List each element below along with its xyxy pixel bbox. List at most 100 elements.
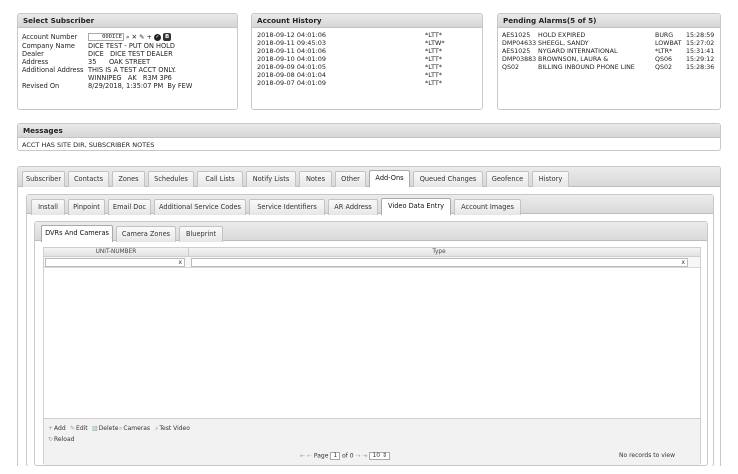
pending-alarms-title: Pending Alarms(5 of 5) — [498, 14, 720, 28]
page-of-label: of 0 — [342, 452, 354, 460]
test-video-button[interactable]: ⌕Test Video — [155, 425, 190, 433]
tab-geofence[interactable]: Geofence — [486, 171, 529, 187]
alarm-code: BURG — [655, 32, 674, 39]
pending-alarms-panel: Pending Alarms(5 of 5) AES1025 HOLD EXPIR… — [497, 13, 721, 110]
account-number-row: Account Number 00DICE ⌕ ✕ ✎ + ✓ B — [22, 33, 172, 41]
type-filter-input[interactable]: x — [191, 258, 688, 267]
alarm-account: AES1025 — [502, 48, 531, 55]
history-timestamp: 2018-09-07 04:01:09 — [257, 79, 327, 87]
main-tab-bar: Subscriber Contacts Zones Schedules Call… — [18, 167, 720, 187]
alarm-code: QS06 — [655, 56, 672, 63]
address-label: Address — [22, 58, 49, 66]
tab-queued-changes[interactable]: Queued Changes — [413, 171, 483, 187]
search-icon[interactable]: ⌕ — [126, 33, 130, 41]
history-timestamp: 2018-09-08 04:01:04 — [257, 71, 327, 79]
tab-notes[interactable]: Notes — [299, 171, 332, 187]
tab-service-identifiers[interactable]: Service Identifiers — [249, 199, 325, 215]
tab-ar-address[interactable]: AR Address — [328, 199, 378, 215]
dvr-grid: UNIT-NUMBER Type x x +Add ✎Edit ▥Delete … — [43, 247, 701, 465]
tab-pinpoint[interactable]: Pinpoint — [68, 199, 105, 215]
close-icon[interactable]: ✕ — [132, 33, 137, 41]
tab-camera-zones[interactable]: Camera Zones — [116, 226, 176, 242]
reload-icon: ↻ — [48, 436, 54, 443]
alarm-name: NYGARD INTERNATIONAL — [538, 48, 618, 55]
history-timestamp: 2018-09-12 04:01:06 — [257, 31, 327, 39]
last-page-icon[interactable]: ⇥ — [363, 453, 368, 460]
first-page-icon[interactable]: ⇤ — [300, 453, 305, 460]
video-tab-bar: DVRs And Cameras Camera Zones Blueprint — [35, 222, 707, 242]
tab-notify-lists[interactable]: Notify Lists — [246, 171, 296, 187]
tab-install[interactable]: Install — [31, 199, 65, 215]
additional-address-value: THIS IS A TEST ACCT ONLY. — [88, 66, 176, 74]
cameras-button[interactable]: ⌕Cameras — [119, 425, 150, 433]
tab-call-lists[interactable]: Call Lists — [197, 171, 243, 187]
prev-page-icon[interactable]: ⇠ — [307, 453, 312, 460]
grid-filter-row: x x — [44, 257, 700, 268]
tab-history[interactable]: History — [532, 171, 569, 187]
alarm-account: QS02 — [502, 64, 519, 71]
alarm-code: LOWBAT — [655, 40, 682, 47]
additional-address-row: Additional Address THIS IS A TEST ACCT ON… — [22, 66, 176, 74]
b-badge[interactable]: B — [163, 33, 172, 41]
clear-icon[interactable]: x — [681, 259, 685, 266]
city-value: WINNIPEG AK R3M 3P6 — [88, 74, 172, 82]
video-data-entry-panel: DVRs And Cameras Camera Zones Blueprint … — [34, 221, 708, 466]
edit-button[interactable]: ✎Edit — [70, 425, 88, 432]
link-icon: ⌕ — [155, 425, 159, 432]
tab-schedules[interactable]: Schedules — [148, 171, 194, 187]
dealer-value: DICE DICE TEST DEALER — [88, 50, 173, 58]
additional-address-label: Additional Address — [22, 66, 84, 74]
check-circle-icon[interactable]: ✓ — [154, 33, 161, 41]
history-timestamp: 2018-09-11 09:45:03 — [257, 39, 327, 47]
add-ons-panel: Install Pinpoint Email Doc Additional Se… — [26, 194, 714, 466]
address-value: 35 OAK STREET — [88, 58, 151, 66]
message-text: ACCT HAS SITE DIR, SUBSCRIBER NOTES — [22, 141, 155, 149]
next-page-icon[interactable]: ⇢ — [356, 453, 361, 460]
tab-subscriber[interactable]: Subscriber — [22, 171, 65, 187]
add-button[interactable]: +Add — [48, 425, 66, 432]
revised-label: Revised On — [22, 82, 60, 90]
tab-blueprint[interactable]: Blueprint — [179, 226, 223, 242]
link-icon: ⌕ — [119, 425, 123, 432]
column-type[interactable]: Type — [189, 248, 689, 257]
grid-footer: +Add ✎Edit ▥Delete ⌕Cameras ⌕Test Video … — [44, 418, 700, 465]
alarm-account: AES1025 — [502, 32, 531, 39]
add-icon[interactable]: + — [147, 33, 152, 41]
alarm-code: *LTR* — [655, 48, 673, 55]
tab-additional-service-codes[interactable]: Additional Service Codes — [154, 199, 246, 215]
tab-email-doc[interactable]: Email Doc — [108, 199, 151, 215]
tab-add-ons[interactable]: Add-Ons — [369, 170, 410, 187]
account-number-label: Account Number — [22, 33, 78, 41]
clear-icon[interactable]: x — [178, 259, 182, 266]
tab-other[interactable]: Other — [335, 171, 366, 187]
column-unit-number[interactable]: UNIT-NUMBER — [44, 248, 189, 257]
tab-contacts[interactable]: Contacts — [68, 171, 109, 187]
account-number-input[interactable]: 00DICE — [88, 33, 124, 41]
messages-title: Messages — [18, 124, 720, 138]
alarm-name: HOLD EXPIRED — [538, 32, 586, 39]
add-icon: + — [48, 425, 54, 432]
page-size-value: 10 — [372, 452, 381, 459]
alarm-time: 15:27:02 — [686, 40, 715, 47]
tab-account-images[interactable]: Account Images — [454, 199, 521, 215]
cameras-label: Cameras — [123, 425, 151, 432]
company-label: Company Name — [22, 42, 75, 50]
add-label: Add — [54, 425, 66, 432]
unit-number-filter-input[interactable]: x — [45, 258, 185, 267]
account-history-title: Account History — [252, 14, 482, 28]
tab-zones[interactable]: Zones — [112, 171, 145, 187]
company-value: DICE TEST - PUT ON HOLD — [88, 42, 175, 50]
tab-video-data-entry[interactable]: Video Data Entry — [381, 198, 451, 215]
revised-value: 8/29/2018, 1:35:07 PM By FEW — [88, 82, 193, 90]
alarm-time: 15:28:36 — [686, 64, 715, 71]
alarm-name: SHEEGL, SANDY — [538, 40, 589, 47]
reload-button[interactable]: ↻Reload — [48, 436, 74, 443]
delete-button[interactable]: ▥Delete — [92, 425, 118, 432]
tab-dvrs-and-cameras[interactable]: DVRs And Cameras — [41, 225, 113, 242]
page-size-select[interactable]: 10 ⇕ — [369, 452, 391, 460]
history-row[interactable]: 2018-09-07 04:01:09 *LTT* — [257, 79, 479, 88]
page-input[interactable]: 1 — [330, 452, 341, 460]
select-arrows-icon: ⇕ — [382, 452, 388, 459]
wrench-icon[interactable]: ✎ — [139, 33, 144, 41]
city-row: WINNIPEG AK R3M 3P6 — [22, 74, 172, 82]
